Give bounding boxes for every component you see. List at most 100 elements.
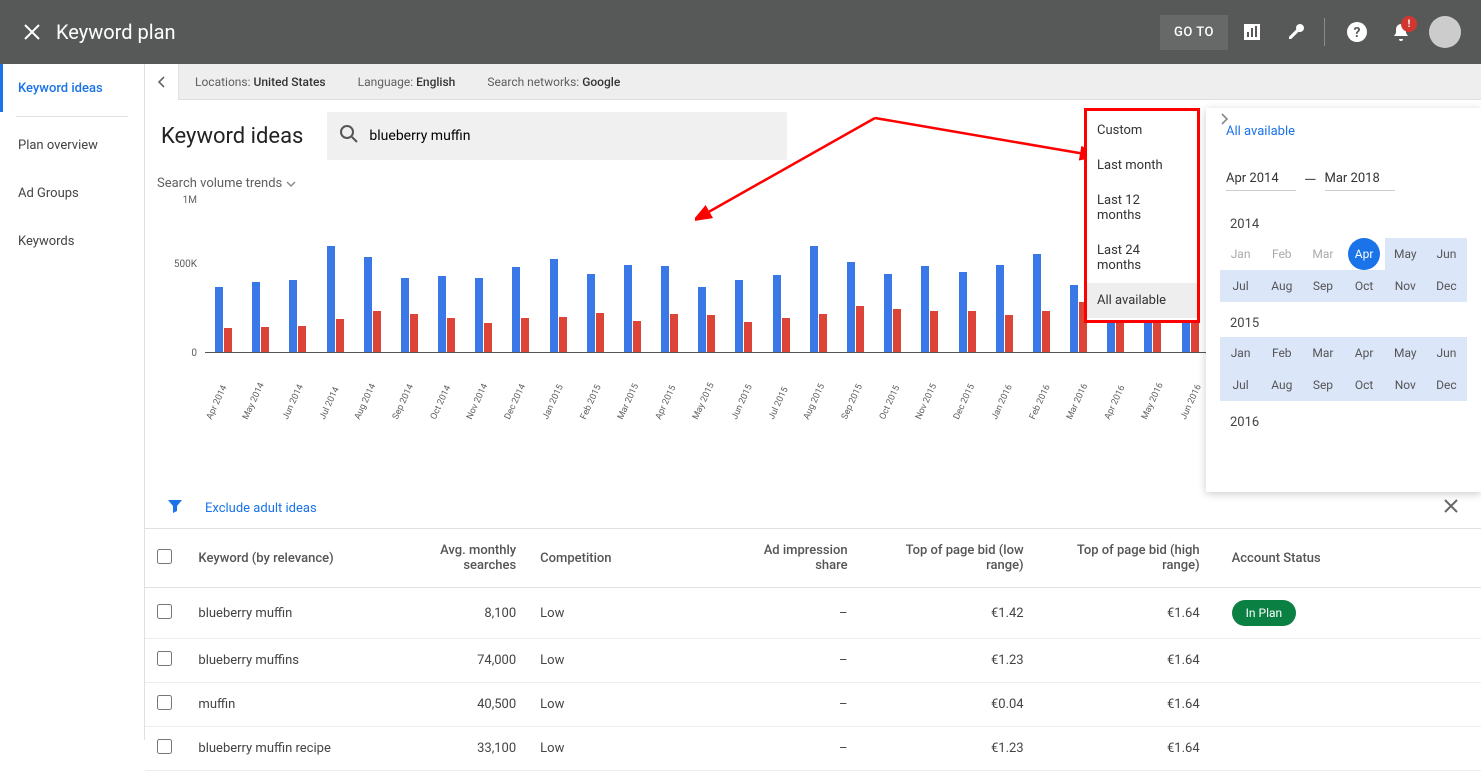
month-cell[interactable]: Apr — [1348, 238, 1380, 270]
month-cell[interactable]: Jun — [1426, 238, 1467, 270]
y-tick: 1M — [163, 195, 197, 206]
x-tick: Jul 2015 — [767, 411, 802, 421]
table-row: blueberry muffin 8,100 Low – €1.42 €1.64… — [145, 588, 1481, 639]
cell-bid-high: €1.64 — [1036, 588, 1212, 639]
cell-bid-high: €1.64 — [1036, 727, 1212, 771]
month-cell[interactable]: Aug — [1261, 270, 1302, 302]
col-ams[interactable]: Avg. monthly searches — [394, 529, 529, 588]
month-cell[interactable]: Jan — [1220, 337, 1261, 369]
bar-group — [1023, 254, 1060, 353]
month-cell[interactable]: Jun — [1426, 337, 1467, 369]
x-tick: Nov 2014 — [465, 411, 503, 421]
bar-blue — [475, 278, 483, 353]
locations-filter[interactable]: Locations: United States — [179, 75, 342, 89]
range-option[interactable]: Last 12 months — [1087, 183, 1197, 233]
col-competition[interactable]: Competition — [528, 529, 735, 588]
month-cell[interactable]: Mar — [1302, 238, 1343, 270]
month-cell[interactable]: Jul — [1220, 369, 1261, 401]
month-cell[interactable]: May — [1385, 337, 1426, 369]
bar-group — [577, 274, 614, 353]
date-next-icon[interactable] — [1212, 108, 1236, 131]
month-cell[interactable]: Oct — [1344, 270, 1385, 302]
range-option[interactable]: Last 24 months — [1087, 233, 1197, 283]
y-tick: 0 — [163, 348, 197, 359]
bar-group — [317, 246, 354, 353]
x-tick: Sep 2014 — [391, 411, 429, 421]
date-to-input[interactable] — [1325, 167, 1395, 191]
close-icon[interactable] — [12, 12, 52, 52]
sidebar-item-ad-groups[interactable]: Ad Groups — [0, 169, 144, 217]
sidebar-item-keyword-ideas[interactable]: Keyword ideas — [0, 64, 144, 112]
sidebar-item-plan-overview[interactable]: Plan overview — [0, 121, 144, 169]
keyword-search-input[interactable] — [369, 128, 775, 144]
cell-status: In Plan — [1212, 588, 1481, 639]
bar-red — [447, 318, 455, 353]
cell-bid-low: €1.42 — [860, 588, 1036, 639]
help-icon[interactable]: ? — [1337, 12, 1377, 52]
networks-filter[interactable]: Search networks: Google — [471, 75, 636, 89]
month-cell[interactable]: Feb — [1261, 337, 1302, 369]
bar-group — [651, 266, 688, 353]
month-cell[interactable]: Jan — [1220, 238, 1261, 270]
bar-red — [596, 313, 604, 353]
month-cell[interactable]: Dec — [1426, 369, 1467, 401]
close-filter-icon[interactable] — [1443, 498, 1459, 518]
select-all-checkbox[interactable] — [157, 549, 172, 564]
notifications-icon[interactable]: ! — [1381, 12, 1421, 52]
row-checkbox[interactable] — [157, 739, 172, 754]
cell-ais: – — [735, 588, 859, 639]
collapse-sidebar-icon[interactable] — [145, 64, 179, 100]
month-cell[interactable]: Aug — [1261, 369, 1302, 401]
bar-blue — [661, 266, 669, 353]
cell-keyword: blueberry muffin recipe — [186, 727, 393, 771]
month-cell[interactable]: Nov — [1385, 270, 1426, 302]
x-tick: Mar 2015 — [616, 411, 654, 421]
col-bid-high[interactable]: Top of page bid (high range) — [1036, 529, 1212, 588]
tools-icon[interactable] — [1276, 12, 1316, 52]
bar-red — [224, 328, 232, 353]
exclude-adult-link[interactable]: Exclude adult ideas — [205, 501, 317, 516]
col-bid-low[interactable]: Top of page bid (low range) — [860, 529, 1036, 588]
row-checkbox[interactable] — [157, 604, 172, 619]
sidebar-item-keywords[interactable]: Keywords — [0, 217, 144, 265]
goto-button[interactable]: GO TO — [1160, 15, 1228, 50]
col-ais[interactable]: Ad impression share — [735, 529, 859, 588]
bar-blue — [847, 262, 855, 353]
range-option[interactable]: Custom — [1087, 113, 1197, 148]
month-cell[interactable]: Apr — [1344, 337, 1385, 369]
row-checkbox[interactable] — [157, 695, 172, 710]
avatar[interactable] — [1429, 16, 1461, 48]
x-tick: Oct 2014 — [429, 411, 465, 421]
month-cell[interactable]: Oct — [1344, 369, 1385, 401]
networks-value: Google — [582, 75, 620, 89]
date-from-input[interactable] — [1226, 167, 1296, 191]
month-cell[interactable]: Feb — [1261, 238, 1302, 270]
cell-ams: 74,000 — [394, 639, 529, 683]
month-cell[interactable]: Dec — [1426, 270, 1467, 302]
col-keyword[interactable]: Keyword (by relevance) — [186, 529, 393, 588]
month-cell[interactable]: Sep — [1302, 369, 1343, 401]
bar-blue — [884, 274, 892, 353]
col-status[interactable]: Account Status — [1212, 529, 1481, 588]
reports-icon[interactable] — [1232, 12, 1272, 52]
month-cell[interactable]: Sep — [1302, 270, 1343, 302]
bar-blue — [698, 287, 706, 353]
cell-keyword: muffin — [186, 683, 393, 727]
chart-title-dropdown[interactable]: Search volume trends — [157, 176, 296, 191]
keyword-search-box[interactable] — [327, 112, 787, 160]
row-checkbox[interactable] — [157, 651, 172, 666]
month-cell[interactable]: Nov — [1385, 369, 1426, 401]
language-filter[interactable]: Language: English — [342, 75, 472, 89]
date-prev-icon[interactable] — [1206, 108, 1210, 131]
month-cell[interactable]: May — [1385, 238, 1426, 270]
filter-icon[interactable] — [167, 498, 183, 518]
month-cell[interactable]: Mar — [1302, 337, 1343, 369]
x-tick: Feb 2016 — [1028, 411, 1065, 421]
cell-ams: 8,100 — [394, 588, 529, 639]
range-option[interactable]: All available — [1087, 283, 1197, 318]
bar-group — [986, 265, 1023, 353]
cell-bid-high: €1.64 — [1036, 639, 1212, 683]
month-cell[interactable]: Jul — [1220, 270, 1261, 302]
bar-red — [410, 314, 418, 353]
range-option[interactable]: Last month — [1087, 148, 1197, 183]
